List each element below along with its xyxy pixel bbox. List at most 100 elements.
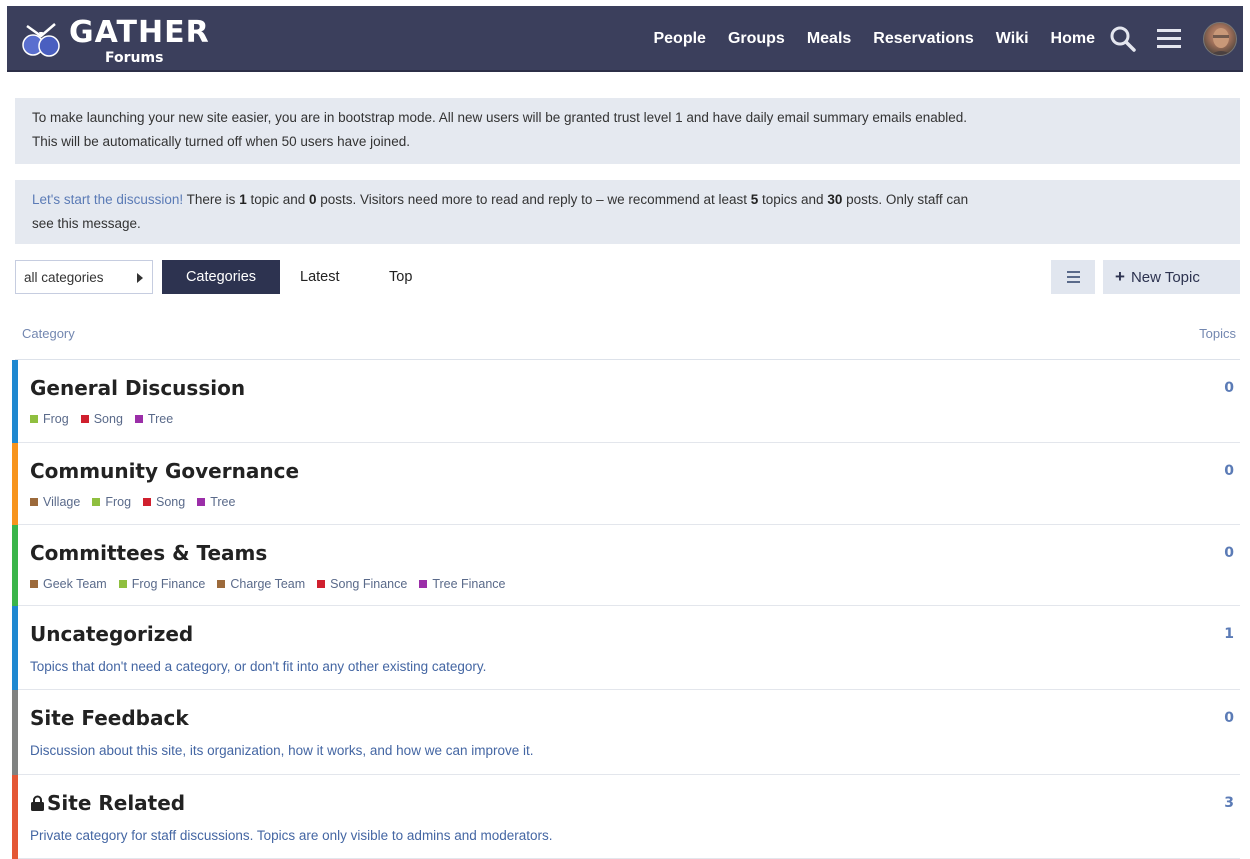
- list-view-toggle[interactable]: [1051, 260, 1095, 294]
- subcategory-link[interactable]: Frog: [30, 410, 69, 428]
- subcategory-link[interactable]: Tree: [134, 410, 174, 428]
- category-description: Topics that don't need a category, or do…: [30, 659, 487, 674]
- subcategory-name: Song: [93, 412, 123, 426]
- category-topic-count: 0: [1224, 463, 1234, 479]
- category-topic-count: 0: [1224, 545, 1234, 561]
- subcategory-link[interactable]: Tree: [197, 493, 235, 511]
- hamburger-menu-icon[interactable]: [1155, 25, 1183, 53]
- subcategory-name: Charge Team: [230, 577, 306, 591]
- category-row[interactable]: Site Feedback 0 Discussion about this site…: [12, 690, 1240, 775]
- tab-latest[interactable]: Latest: [287, 260, 353, 294]
- category-row[interactable]: General Discussion 0 Frog Song Tree: [12, 360, 1240, 443]
- category-row[interactable]: Community Governance 0 Village Frog Song Tree: [12, 443, 1240, 525]
- nav-people[interactable]: People: [653, 28, 705, 50]
- new-topic-label: New Topic: [1130, 269, 1200, 286]
- subcategory-link[interactable]: Geek Team: [30, 575, 107, 593]
- subcategory-color-swatch: [30, 415, 38, 423]
- subcategory-color-swatch: [419, 580, 428, 588]
- nav-wiki[interactable]: Wiki: [996, 28, 1029, 50]
- subcategory-color-swatch: [80, 415, 89, 423]
- category-name[interactable]: General Discussion: [30, 376, 245, 400]
- new-topic-button[interactable]: + New Topic: [1103, 260, 1240, 294]
- user-avatar[interactable]: [1203, 22, 1237, 56]
- lock-icon: [31, 795, 44, 811]
- search-icon[interactable]: [1109, 25, 1137, 53]
- category-name[interactable]: Committees & Teams: [30, 541, 267, 565]
- tab-categories[interactable]: Categories: [162, 260, 280, 294]
- subcategory-link[interactable]: Song: [143, 493, 185, 511]
- category-name-text: Uncategorized: [30, 622, 194, 646]
- logo-subtitle: Forums: [105, 50, 164, 66]
- subcategory-name: Song Finance: [330, 577, 408, 591]
- subcategory-link[interactable]: Village: [30, 493, 80, 511]
- subcategory-color-swatch: [143, 498, 152, 506]
- subcategory-color-swatch: [134, 415, 143, 423]
- category-color-bar: [12, 690, 18, 775]
- subcategory-color-swatch: [118, 580, 127, 588]
- category-topic-count: 3: [1224, 795, 1234, 811]
- category-description: Private category for staff discussions. …: [30, 828, 553, 843]
- subcategory-color-swatch: [217, 580, 226, 588]
- subcategory-list: Frog Song Tree: [30, 410, 173, 428]
- subcategory-link[interactable]: Song: [80, 410, 123, 428]
- category-row[interactable]: Uncategorized 1 Topics that don't need a c…: [12, 606, 1240, 690]
- main-nav: People Groups Meals Reservations Wiki Ho…: [653, 28, 1095, 50]
- category-dropdown-label: all categories: [24, 270, 104, 285]
- category-color-bar: [12, 775, 18, 859]
- notice-text: topic and: [246, 192, 309, 207]
- category-topic-count: 0: [1224, 710, 1234, 726]
- category-row[interactable]: Site Related 3 Private category for staff …: [12, 775, 1240, 859]
- subcategory-name: Geek Team: [43, 577, 107, 591]
- subcategory-name: Frog: [105, 495, 132, 509]
- category-name[interactable]: Uncategorized: [30, 622, 193, 646]
- nav-home[interactable]: Home: [1051, 28, 1095, 50]
- site-header: GATHER Forums People Groups Meals Reserv…: [7, 6, 1243, 72]
- column-header-category[interactable]: Category: [22, 326, 75, 341]
- category-name-text: Community Governance: [30, 459, 300, 483]
- subcategory-name: Tree Finance: [432, 577, 506, 591]
- notice-text: There is: [183, 192, 240, 207]
- category-color-bar: [12, 360, 18, 443]
- subcategory-name: Song: [156, 495, 186, 509]
- start-discussion-notice: Let's start the discussion! There is 1 t…: [15, 180, 1240, 244]
- caret-right-icon: [137, 273, 143, 283]
- category-name-text: Site Feedback: [30, 706, 189, 730]
- subcategory-list: Village Frog Song Tree: [30, 493, 235, 511]
- category-name-text: Site Related: [47, 791, 186, 815]
- subcategory-color-swatch: [30, 498, 38, 506]
- subcategory-color-swatch: [30, 580, 38, 588]
- tab-top[interactable]: Top: [376, 260, 425, 294]
- bootstrap-notice-line1: To make launching your new site easier, …: [32, 110, 967, 125]
- subcategory-link[interactable]: Frog Finance: [118, 575, 206, 593]
- category-color-bar: [12, 525, 18, 606]
- recommended-posts: 30: [827, 192, 843, 207]
- category-dropdown[interactable]: all categories: [15, 260, 153, 294]
- logo-title: GATHER: [69, 15, 210, 50]
- discussion-notice-line1: Let's start the discussion! There is 1 t…: [32, 188, 1224, 212]
- category-name[interactable]: Community Governance: [30, 459, 299, 483]
- subcategory-link[interactable]: Song Finance: [317, 575, 407, 593]
- bootstrap-mode-notice: To make launching your new site easier, …: [15, 98, 1240, 164]
- category-name[interactable]: Site Related: [30, 791, 185, 815]
- subcategory-name: Frog Finance: [131, 577, 206, 591]
- nav-meals[interactable]: Meals: [807, 28, 851, 50]
- category-name[interactable]: Site Feedback: [30, 706, 189, 730]
- notice-text: posts. Only staff can: [842, 192, 969, 207]
- category-color-bar: [12, 606, 18, 690]
- nav-groups[interactable]: Groups: [728, 28, 785, 50]
- list-icon: [1067, 271, 1080, 283]
- category-name-text: Committees & Teams: [30, 541, 268, 565]
- subcategory-name: Tree: [147, 412, 174, 426]
- nav-reservations[interactable]: Reservations: [873, 28, 974, 50]
- subcategory-link[interactable]: Frog: [92, 493, 131, 511]
- site-logo[interactable]: GATHER Forums: [19, 14, 219, 66]
- subcategory-link[interactable]: Charge Team: [217, 575, 305, 593]
- user-face-icon: [1210, 28, 1232, 55]
- category-row[interactable]: Committees & Teams 0 Geek Team Frog Finance…: [12, 525, 1240, 606]
- category-name-text: General Discussion: [30, 376, 246, 400]
- column-header-topics[interactable]: Topics: [1199, 326, 1236, 341]
- subcategory-link[interactable]: Tree Finance: [419, 575, 506, 593]
- start-discussion-link[interactable]: Let's start the discussion!: [32, 192, 183, 207]
- subcategory-color-swatch: [197, 498, 206, 506]
- category-description: Discussion about this site, its organiza…: [30, 743, 534, 758]
